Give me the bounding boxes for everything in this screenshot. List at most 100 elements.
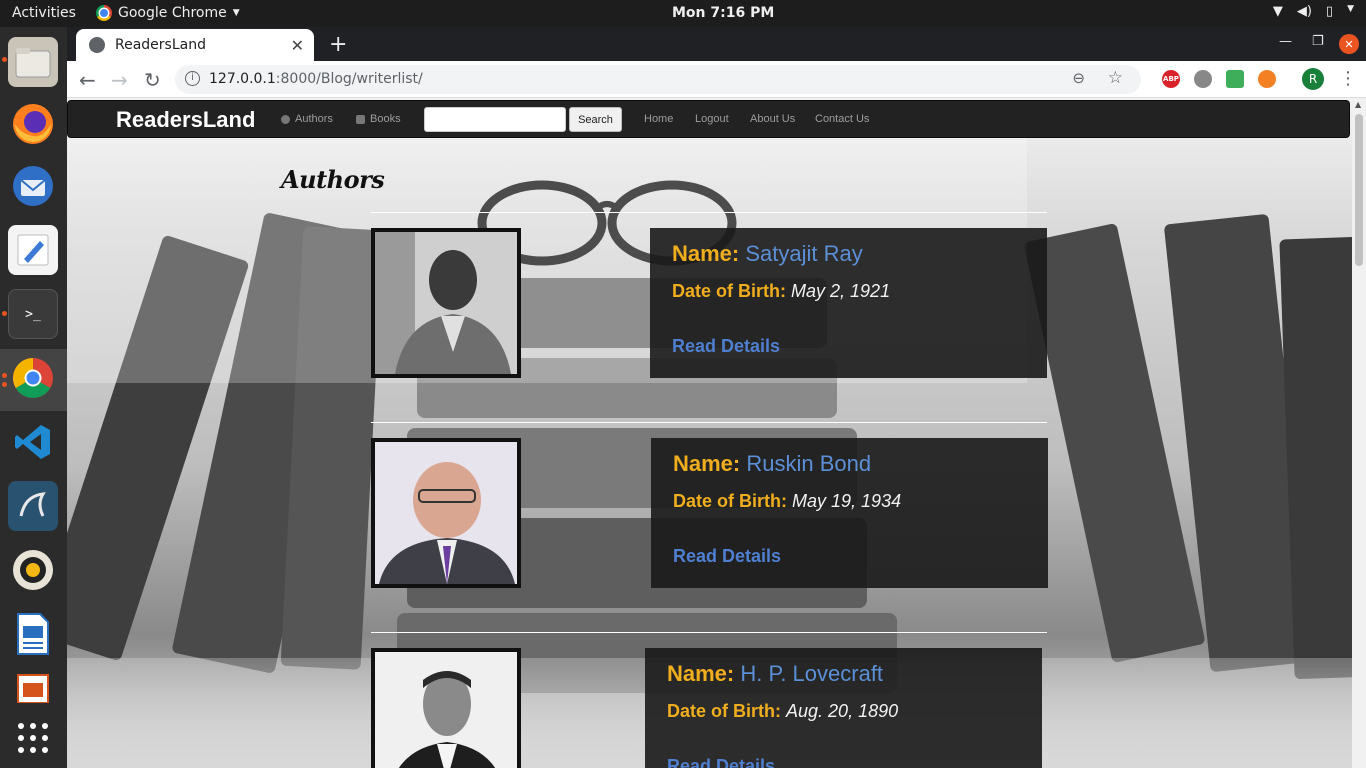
nav-about-us[interactable]: About Us <box>750 113 795 125</box>
profile-avatar[interactable]: R <box>1302 68 1324 90</box>
scroll-up-icon[interactable]: ▲ <box>1355 100 1361 109</box>
volume-icon: ◀) <box>1296 4 1312 19</box>
author-photo <box>371 228 521 378</box>
running-indicator <box>2 382 7 387</box>
bug-extension-icon[interactable] <box>1194 70 1212 88</box>
system-top-bar: Activities Google Chrome ▼ Mon 7:16 PM ▼… <box>0 0 1366 27</box>
author-dob: Aug. 20, 1890 <box>786 701 899 721</box>
tab-title: ReadersLand <box>115 37 206 53</box>
search-input[interactable] <box>424 107 566 132</box>
url-host: 127.0.0.1 <box>209 71 276 87</box>
author-name-row: Name: Satyajit Ray <box>672 241 863 267</box>
nav-books-label: Books <box>370 113 401 125</box>
author-dob: May 19, 1934 <box>792 491 902 511</box>
nav-contact-us[interactable]: Contact Us <box>815 113 869 125</box>
clock[interactable]: Mon 7:16 PM <box>672 5 774 21</box>
book-icon <box>356 114 365 124</box>
forward-button[interactable]: → <box>111 68 128 92</box>
page-scrollbar[interactable]: ▲ <box>1352 98 1366 768</box>
xmark-extension-icon[interactable] <box>1258 70 1276 88</box>
terminal-icon[interactable]: >_ <box>8 289 58 339</box>
app-menu[interactable]: Google Chrome ▼ <box>96 5 240 21</box>
author-dob-row: Date of Birth: May 19, 1934 <box>673 491 901 512</box>
nav-authors[interactable]: Authors <box>281 113 333 125</box>
nav-logout[interactable]: Logout <box>695 113 729 125</box>
nav-home[interactable]: Home <box>644 113 673 125</box>
nav-books[interactable]: Books <box>356 113 401 125</box>
name-label: Name: <box>667 661 735 686</box>
mysql-workbench-icon[interactable] <box>8 481 58 531</box>
site-info-icon[interactable]: i <box>185 71 200 86</box>
back-button[interactable]: ← <box>79 68 96 92</box>
page-title: Authors <box>281 165 385 194</box>
author-dob-row: Date of Birth: Aug. 20, 1890 <box>667 701 898 722</box>
minimize-window-button[interactable]: — <box>1279 34 1292 49</box>
dob-label: Date of Birth: <box>673 491 787 511</box>
name-label: Name: <box>673 451 741 476</box>
globe-icon <box>89 37 105 53</box>
author-card: Name: Satyajit Ray Date of Birth: May 2,… <box>650 228 1047 378</box>
page-viewport: ReadersLand Authors Books Search Home Lo… <box>67 98 1352 768</box>
author-name: H. P. Lovecraft <box>740 661 884 686</box>
running-indicator <box>2 57 7 62</box>
scrollbar-thumb[interactable] <box>1355 114 1363 266</box>
divider <box>371 422 1047 423</box>
author-card: Name: Ruskin Bond Date of Birth: May 19,… <box>651 438 1048 588</box>
read-details-link[interactable]: Read Details <box>667 756 775 768</box>
libreoffice-impress-icon[interactable] <box>8 673 58 703</box>
author-card: Name: H. P. Lovecraft Date of Birth: Aug… <box>645 648 1042 768</box>
chrome-icon <box>96 5 112 21</box>
author-dob-row: Date of Birth: May 2, 1921 <box>672 281 890 302</box>
dob-label: Date of Birth: <box>672 281 786 301</box>
new-tab-button[interactable]: + <box>329 32 347 57</box>
reload-button[interactable]: ↻ <box>144 68 161 92</box>
chevron-down-icon: ▼ <box>1347 4 1354 14</box>
tab-strip: ReadersLand ✕ + — ❐ ✕ <box>67 27 1366 61</box>
files-icon[interactable] <box>8 37 58 87</box>
globe-icon <box>281 114 290 124</box>
chrome-icon[interactable] <box>8 353 58 403</box>
more-menu-icon[interactable]: ⋮ <box>1339 68 1357 89</box>
site-brand[interactable]: ReadersLand <box>116 107 255 133</box>
divider <box>371 632 1047 633</box>
vscode-icon[interactable] <box>8 417 58 467</box>
chart-extension-icon[interactable] <box>1226 70 1244 88</box>
author-name: Ruskin Bond <box>746 451 872 476</box>
activities-button[interactable]: Activities <box>12 5 76 21</box>
nav-authors-label: Authors <box>295 113 333 125</box>
battery-icon: ▯ <box>1325 4 1334 19</box>
tab-readersland[interactable]: ReadersLand ✕ <box>76 29 314 61</box>
app-menu-label: Google Chrome <box>118 5 227 21</box>
read-details-link[interactable]: Read Details <box>673 546 781 567</box>
close-window-button[interactable]: ✕ <box>1339 34 1359 54</box>
dock: >_ <box>0 27 67 768</box>
system-tray[interactable]: ▼ ◀) ▯ ▼ <box>1273 4 1354 19</box>
dob-label: Date of Birth: <box>667 701 781 721</box>
zoom-icon[interactable]: ⊖ <box>1072 69 1085 87</box>
bookmark-star-icon[interactable]: ☆ <box>1108 68 1123 88</box>
address-bar[interactable]: i 127.0.0.1:8000/Blog/writerlist/ ⊖ ☆ <box>175 65 1141 94</box>
running-indicator <box>2 373 7 378</box>
wifi-icon: ▼ <box>1272 4 1283 19</box>
url-text: 127.0.0.1:8000/Blog/writerlist/ <box>209 71 423 87</box>
url-path: :8000/Blog/writerlist/ <box>275 71 423 87</box>
name-label: Name: <box>672 241 740 266</box>
adblock-plus-icon[interactable]: ABP <box>1162 70 1180 88</box>
maximize-window-button[interactable]: ❐ <box>1312 34 1324 49</box>
browser-toolbar: ← → ↻ i 127.0.0.1:8000/Blog/writerlist/ … <box>67 61 1366 98</box>
thunderbird-icon[interactable] <box>8 161 58 211</box>
search-button[interactable]: Search <box>569 107 622 132</box>
site-navbar: ReadersLand Authors Books Search Home Lo… <box>67 100 1350 138</box>
text-editor-icon[interactable] <box>8 225 58 275</box>
libreoffice-writer-icon[interactable] <box>8 609 58 659</box>
close-tab-icon[interactable]: ✕ <box>291 36 304 55</box>
running-indicator <box>2 311 7 316</box>
firefox-icon[interactable] <box>8 99 58 149</box>
author-name: Satyajit Ray <box>745 241 863 266</box>
author-dob: May 2, 1921 <box>791 281 891 301</box>
read-details-link[interactable]: Read Details <box>672 336 780 357</box>
author-name-row: Name: H. P. Lovecraft <box>667 661 883 687</box>
author-name-row: Name: Ruskin Bond <box>673 451 871 477</box>
show-applications-icon[interactable] <box>8 713 58 763</box>
rhythmbox-icon[interactable] <box>8 545 58 595</box>
